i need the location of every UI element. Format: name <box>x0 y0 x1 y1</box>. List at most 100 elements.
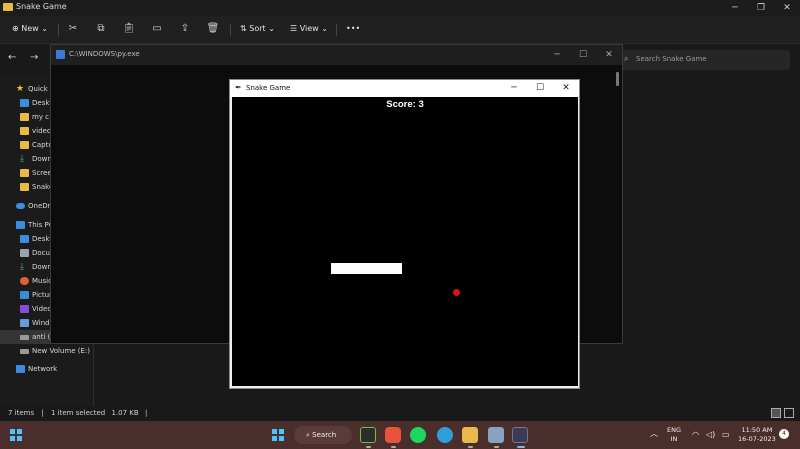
language-indicator[interactable]: ENG IN <box>667 426 681 444</box>
sidebar-item-label: Docu <box>32 249 50 257</box>
minimize-icon[interactable]: ─ <box>544 45 570 65</box>
notification-badge[interactable]: 4 <box>779 429 789 439</box>
chevron-up-icon[interactable]: ︿ <box>650 429 658 438</box>
minimize-icon[interactable]: ─ <box>722 0 748 16</box>
sidebar-item-label: my c <box>32 113 50 121</box>
running-indicator <box>366 446 371 448</box>
paste-icon[interactable]: 📋︎ <box>122 22 136 36</box>
windows-start-icon[interactable] <box>10 429 22 441</box>
python-app-icon[interactable] <box>512 427 528 443</box>
volume-icon[interactable]: ◁) <box>706 430 715 439</box>
forward-arrow-icon[interactable]: → <box>30 52 38 63</box>
computer-icon <box>16 221 25 229</box>
sidebar-item-label: Video <box>32 305 52 313</box>
edge-browser-icon[interactable] <box>437 427 453 443</box>
close-icon[interactable]: ✕ <box>596 45 622 65</box>
sidebar-item-label: Down <box>32 155 52 163</box>
date-label: 16-07-2023 <box>738 435 776 443</box>
wifi-icon[interactable]: ◠ <box>692 430 699 439</box>
sort-button[interactable]: ⇅ Sort ⌄ <box>240 22 275 36</box>
status-separator: | <box>144 409 148 417</box>
download-icon: ⤓ <box>20 262 24 272</box>
battery-icon[interactable]: ▭ <box>722 430 730 439</box>
region-label: IN <box>670 435 678 443</box>
search-icon: ⌕ <box>306 431 310 439</box>
brave-browser-icon[interactable] <box>385 427 401 443</box>
selection-count: 1 item selected <box>50 409 106 417</box>
scrollbar-thumb[interactable] <box>616 72 619 86</box>
console-app-icon <box>56 50 65 59</box>
music-icon <box>20 277 29 285</box>
share-icon[interactable]: ⇪ <box>178 22 192 36</box>
new-label: New <box>21 24 39 33</box>
cut-icon[interactable]: ✂ <box>66 22 80 36</box>
new-button[interactable]: ⊕ New ⌄ <box>12 22 48 36</box>
view-button[interactable]: ☰ View ⌄ <box>290 22 328 36</box>
restore-icon[interactable]: ❐ <box>748 0 774 16</box>
running-indicator <box>391 446 396 448</box>
close-icon[interactable]: ✕ <box>774 0 800 16</box>
maximize-icon[interactable]: ☐ <box>570 45 596 65</box>
game-canvas[interactable]: Score: 3 <box>232 97 578 386</box>
back-arrow-icon[interactable]: ← <box>8 52 16 63</box>
sidebar-item-label: Scree <box>32 169 52 177</box>
taskbar-search-button[interactable]: ⌕ Search <box>294 426 352 444</box>
taskbar-search-label: Search <box>312 431 337 439</box>
console-titlebar[interactable]: C:\WINDOWS\py.exe ─ ☐ ✕ <box>51 45 622 65</box>
explorer-titlebar[interactable]: Snake Game ─ ❐ ✕ <box>0 0 800 16</box>
console-title: C:\WINDOWS\py.exe <box>69 50 140 58</box>
rename-icon[interactable]: ▭ <box>150 22 164 36</box>
more-options-button[interactable]: ••• <box>346 22 360 36</box>
explorer-toolbar: ⊕ New ⌄ ✂ ⧉ 📋︎ ▭ ⇪ 🗑︎ ⇅ Sort ⌄ ☰ View ⌄ … <box>0 16 800 44</box>
spotify-icon[interactable] <box>410 427 426 443</box>
terminal-app-icon[interactable] <box>360 427 376 443</box>
snake-titlebar[interactable]: ✒ Snake Game ─ ☐ ✕ <box>230 80 579 97</box>
explorer-title: Snake Game <box>16 2 67 11</box>
minimize-icon[interactable]: ─ <box>501 80 527 97</box>
score-label: Score: 3 <box>386 99 424 110</box>
folder-icon <box>20 169 29 177</box>
running-indicator <box>468 446 473 448</box>
toolbar-divider <box>230 24 231 36</box>
food-pellet <box>453 289 460 296</box>
console-window-controls: ─ ☐ ✕ <box>544 45 622 65</box>
delete-icon[interactable]: 🗑︎ <box>206 22 220 36</box>
windows-start-icon[interactable] <box>272 429 284 441</box>
clock[interactable]: 11:50 AM 16-07-2023 <box>738 426 776 444</box>
sidebar-item-new-volume[interactable]: New Volume (E:) <box>0 344 120 358</box>
download-icon: ⤓ <box>20 154 24 164</box>
toolbar-divider <box>336 24 337 36</box>
folder-icon <box>20 113 29 121</box>
drive-icon <box>20 335 29 340</box>
pictures-icon <box>20 291 29 299</box>
tiles-view-icon[interactable] <box>784 408 794 418</box>
explorer-window-controls: ─ ❐ ✕ <box>722 0 800 16</box>
search-input[interactable]: ⌕ Search Snake Game <box>620 50 790 70</box>
star-icon: ★ <box>16 84 25 94</box>
copy-icon[interactable]: ⧉ <box>94 22 108 36</box>
status-bar: 7 items | 1 item selected 1.07 KB | <box>0 406 800 421</box>
drive-icon <box>20 319 29 327</box>
snake-window-controls: ─ ☐ ✕ <box>501 80 579 97</box>
selection-size: 1.07 KB <box>111 409 139 417</box>
cloud-icon <box>16 203 25 209</box>
video-icon <box>20 305 29 313</box>
file-explorer-icon[interactable] <box>462 427 478 443</box>
details-view-icon[interactable] <box>771 408 781 418</box>
folder-icon <box>20 127 29 135</box>
sort-label: Sort <box>249 24 266 33</box>
language-label: ENG <box>667 426 682 434</box>
sidebar-item-label: Down <box>32 263 52 271</box>
folder-icon <box>20 183 29 191</box>
sidebar-item-network[interactable]: Network <box>0 362 95 376</box>
snake-body <box>331 263 402 274</box>
python-idle-icon[interactable] <box>488 427 504 443</box>
folder-icon <box>3 3 13 11</box>
sidebar-item-label: Pictur <box>32 291 52 299</box>
close-icon[interactable]: ✕ <box>553 80 579 97</box>
sidebar-item-label: OneDri <box>28 202 53 210</box>
active-indicator <box>517 446 525 448</box>
network-icon <box>16 365 25 373</box>
maximize-icon[interactable]: ☐ <box>527 80 553 97</box>
desktop-icon <box>20 99 29 107</box>
